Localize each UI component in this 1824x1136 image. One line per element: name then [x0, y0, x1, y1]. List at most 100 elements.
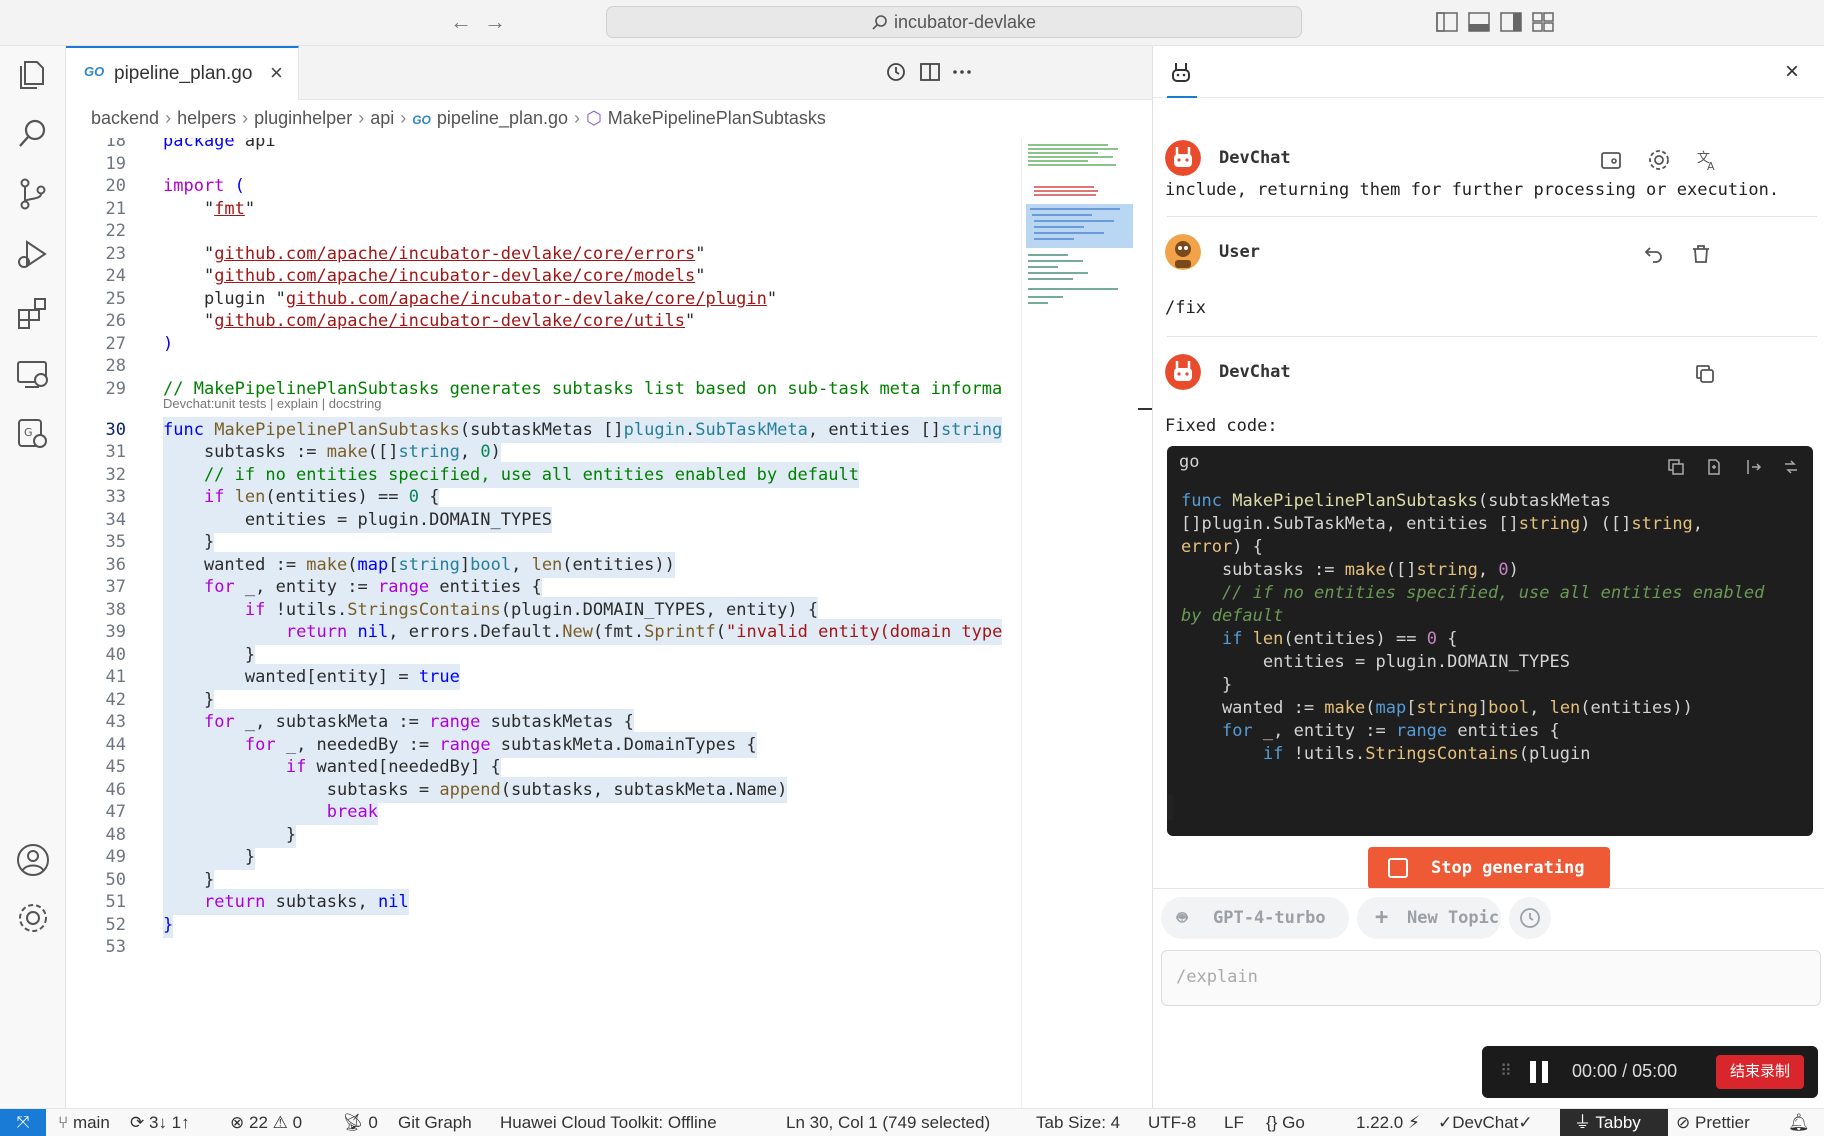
- ports-status[interactable]: 📡︎ 0: [342, 1113, 378, 1133]
- new-topic-label: New Topic: [1407, 908, 1500, 928]
- tab-size[interactable]: Tab Size: 4: [1036, 1113, 1120, 1133]
- line-number: 29: [105, 379, 126, 399]
- chat-input-placeholder: /explain: [1176, 967, 1258, 987]
- history-button[interactable]: [1509, 897, 1551, 939]
- prettier-label: Prettier: [1694, 1113, 1750, 1132]
- accounts-icon[interactable]: [13, 840, 53, 880]
- ports-count: 0: [368, 1113, 378, 1132]
- bot-intro-text: Fixed code:: [1165, 416, 1278, 436]
- timeline-history-icon[interactable]: [884, 60, 908, 84]
- insert-code-icon[interactable]: [1744, 458, 1762, 476]
- stop-generating-button[interactable]: Stop generating: [1368, 847, 1610, 889]
- copy-icon[interactable]: [1667, 458, 1685, 476]
- sync-status[interactable]: ⟳ 3↓ 1↑: [130, 1113, 190, 1133]
- customize-layout-icon[interactable]: [1532, 12, 1554, 32]
- time-separator: /: [1622, 1061, 1628, 1081]
- input-divider: [1153, 888, 1824, 889]
- go-version-label: 1.22.0: [1356, 1113, 1404, 1132]
- breadcrumb-item[interactable]: pipeline_plan.go: [437, 108, 568, 128]
- error-icon: ⊗: [230, 1113, 245, 1132]
- breadcrumb: backend › helpers › pluginhelper › api › GO pipel…: [91, 108, 826, 128]
- more-actions-icon[interactable]: [950, 60, 974, 84]
- plug-icon: ⏚: [1574, 1113, 1591, 1132]
- search-icon[interactable]: [13, 114, 53, 154]
- toggle-secondary-sidebar-icon[interactable]: [1500, 12, 1522, 32]
- explorer-icon[interactable]: [13, 54, 53, 94]
- model-selector[interactable]: 🤖︎ GPT-4-turbo: [1161, 897, 1349, 939]
- tabby-label: Tabby: [1595, 1113, 1641, 1132]
- remote-indicator-icon[interactable]: ⤧: [0, 1109, 46, 1136]
- go-version[interactable]: 1.22.0 ⚡︎: [1356, 1113, 1420, 1133]
- replace-code-icon[interactable]: [1782, 458, 1800, 476]
- breadcrumb-item[interactable]: MakePipelinePlanSubtasks: [608, 108, 826, 128]
- language-mode[interactable]: {} Go: [1266, 1113, 1305, 1133]
- message-divider: [1167, 336, 1817, 337]
- lightning-icon: ⚡︎: [1408, 1113, 1420, 1132]
- devchat-tab[interactable]: [1167, 58, 1197, 98]
- search-text: incubator-devlake: [893, 12, 1037, 32]
- breadcrumb-item[interactable]: backend: [91, 108, 159, 128]
- split-editor-icon[interactable]: [918, 60, 942, 84]
- panel-tab-bar: ×: [1153, 46, 1824, 98]
- end-of-line[interactable]: LF: [1224, 1113, 1244, 1133]
- command-center-search[interactable]: incubator-devlake: [606, 6, 1302, 38]
- devchat-codelens[interactable]: Devchat:unit tests | explain | docstring: [163, 396, 381, 411]
- warning-icon: ⚠: [272, 1113, 288, 1132]
- go-file-icon: GO: [412, 113, 431, 127]
- cursor-position[interactable]: Ln 30, Col 1 (749 selected): [786, 1113, 990, 1133]
- back-arrow-icon[interactable]: ←: [448, 10, 474, 36]
- huawei-toolkit-status[interactable]: Huawei Cloud Toolkit: Offline: [500, 1113, 717, 1133]
- prettier-status[interactable]: ⊘ Prettier: [1676, 1113, 1750, 1133]
- wallet-icon[interactable]: [1599, 148, 1623, 172]
- code-block: go func MakePipelinePlanSubtasks(subtask…: [1167, 446, 1813, 836]
- breadcrumb-item[interactable]: pluginhelper: [254, 108, 352, 128]
- devchat-status[interactable]: ✓DevChat✓: [1438, 1113, 1533, 1133]
- git-branch-icon: ⑂: [58, 1113, 69, 1132]
- forward-arrow-icon[interactable]: →: [482, 10, 508, 36]
- rabbit-icon: [1172, 63, 1190, 82]
- stop-square-icon: [1388, 858, 1408, 878]
- branch-status[interactable]: ⑂ main: [58, 1113, 110, 1133]
- code-editor[interactable]: 18 package api 19 20 import ( 21 "fmt" 22 …: [66, 138, 1021, 1108]
- breadcrumb-item[interactable]: api: [370, 108, 394, 128]
- chat-input[interactable]: /explain: [1161, 950, 1821, 1006]
- breadcrumb-item[interactable]: helpers: [177, 108, 236, 128]
- toggle-panel-icon[interactable]: [1468, 12, 1490, 32]
- undo-icon[interactable]: [1641, 242, 1665, 266]
- check-circle-icon: ✓: [1518, 1113, 1533, 1132]
- error-count: 22: [248, 1113, 268, 1132]
- pause-icon[interactable]: [1530, 1061, 1550, 1083]
- bell-icon[interactable]: 🔔︎: [1788, 1113, 1810, 1133]
- warning-count: 0: [292, 1113, 303, 1132]
- remote-explorer-icon[interactable]: [13, 354, 53, 394]
- no-entry-icon: ⊘: [1676, 1113, 1691, 1132]
- manage-gear-icon[interactable]: [13, 898, 53, 938]
- close-icon[interactable]: ×: [270, 60, 283, 86]
- svg-text:G: G: [24, 426, 33, 439]
- extensions-icon[interactable]: [13, 294, 53, 334]
- chat-messages: DevChat 文A include, returning them for f…: [1153, 98, 1824, 1108]
- screen-recorder-bar: ⠿ 00:00 / 05:00 结束录制: [1482, 1046, 1818, 1098]
- new-topic-button[interactable]: + New Topic: [1357, 897, 1501, 939]
- close-icon[interactable]: ×: [1785, 58, 1799, 86]
- end-recording-button[interactable]: 结束录制: [1716, 1055, 1804, 1089]
- drag-handle-icon[interactable]: ⠿: [1500, 1061, 1512, 1081]
- devchat-settings-icon[interactable]: G: [13, 414, 53, 454]
- translate-icon[interactable]: 文A: [1695, 148, 1719, 172]
- trash-icon[interactable]: [1689, 242, 1713, 266]
- tabby-status[interactable]: ⏚ Tabby: [1560, 1109, 1668, 1136]
- gear-icon[interactable]: [1647, 148, 1671, 172]
- git-graph-status[interactable]: Git Graph: [398, 1113, 472, 1133]
- problems-status[interactable]: ⊗ 22 ⚠ 0: [230, 1113, 302, 1133]
- tab-pipeline-plan[interactable]: GO pipeline_plan.go ×: [66, 46, 299, 100]
- run-debug-icon[interactable]: [13, 234, 53, 274]
- user-avatar: [1165, 234, 1201, 270]
- source-control-icon[interactable]: [13, 174, 53, 214]
- broadcast-icon: 📡︎: [342, 1113, 364, 1132]
- encoding[interactable]: UTF-8: [1148, 1113, 1196, 1133]
- speaker-name: User: [1219, 242, 1260, 262]
- apply-diff-icon[interactable]: [1705, 458, 1723, 476]
- copy-icon[interactable]: [1693, 362, 1717, 386]
- toggle-sidebar-icon[interactable]: [1436, 12, 1458, 32]
- minimap[interactable]: [1021, 138, 1154, 1108]
